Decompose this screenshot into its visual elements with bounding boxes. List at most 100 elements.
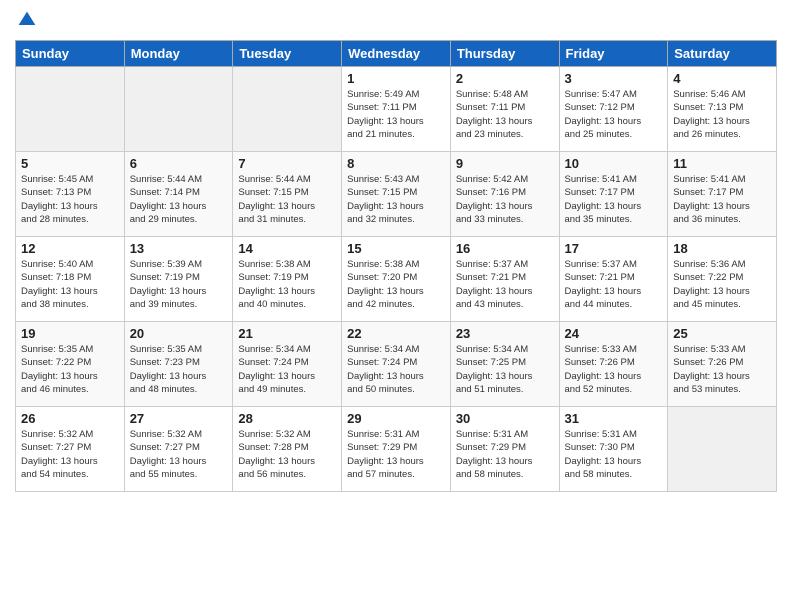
- weekday-header: Thursday: [450, 41, 559, 67]
- day-number: 28: [238, 411, 336, 426]
- day-info: Sunrise: 5:35 AM Sunset: 7:22 PM Dayligh…: [21, 343, 119, 396]
- day-number: 20: [130, 326, 228, 341]
- calendar-table: SundayMondayTuesdayWednesdayThursdayFrid…: [15, 40, 777, 492]
- day-info: Sunrise: 5:33 AM Sunset: 7:26 PM Dayligh…: [565, 343, 663, 396]
- calendar-cell: 9 Sunrise: 5:42 AM Sunset: 7:16 PM Daylig…: [450, 152, 559, 237]
- calendar-cell: 26 Sunrise: 5:32 AM Sunset: 7:27 PM Dayli…: [16, 407, 125, 492]
- calendar-cell: 11Sunrise: 5:41 AM Sunset: 7:17 PM Dayli…: [668, 152, 777, 237]
- calendar-cell: [16, 67, 125, 152]
- weekday-header: Tuesday: [233, 41, 342, 67]
- day-number: 17: [565, 241, 663, 256]
- day-number: 4: [673, 71, 771, 86]
- calendar-cell: 18 Sunrise: 5:36 AM Sunset: 7:22 PM Dayli…: [668, 237, 777, 322]
- calendar-week-row: 5Sunrise: 5:45 AM Sunset: 7:13 PM Daylig…: [16, 152, 777, 237]
- day-info: Sunrise: 5:33 AM Sunset: 7:26 PM Dayligh…: [673, 343, 771, 396]
- calendar-cell: 27 Sunrise: 5:32 AM Sunset: 7:27 PM Dayli…: [124, 407, 233, 492]
- day-number: 2: [456, 71, 554, 86]
- day-info: Sunrise: 5:44 AM Sunset: 7:14 PM Dayligh…: [130, 173, 228, 226]
- day-info: Sunrise: 5:38 AM Sunset: 7:20 PM Dayligh…: [347, 258, 445, 311]
- day-number: 22: [347, 326, 445, 341]
- day-info: Sunrise: 5:34 AM Sunset: 7:25 PM Dayligh…: [456, 343, 554, 396]
- day-number: 3: [565, 71, 663, 86]
- calendar-cell: 23 Sunrise: 5:34 AM Sunset: 7:25 PM Dayli…: [450, 322, 559, 407]
- day-info: Sunrise: 5:31 AM Sunset: 7:30 PM Dayligh…: [565, 428, 663, 481]
- calendar-cell: 19 Sunrise: 5:35 AM Sunset: 7:22 PM Dayli…: [16, 322, 125, 407]
- day-info: Sunrise: 5:34 AM Sunset: 7:24 PM Dayligh…: [238, 343, 336, 396]
- day-number: 25: [673, 326, 771, 341]
- day-number: 29: [347, 411, 445, 426]
- weekday-header: Monday: [124, 41, 233, 67]
- calendar-cell: 22Sunrise: 5:34 AM Sunset: 7:24 PM Dayli…: [342, 322, 451, 407]
- calendar-cell: 13Sunrise: 5:39 AM Sunset: 7:19 PM Dayli…: [124, 237, 233, 322]
- calendar-cell: 2 Sunrise: 5:48 AM Sunset: 7:11 PM Daylig…: [450, 67, 559, 152]
- calendar-week-row: 12 Sunrise: 5:40 AM Sunset: 7:18 PM Dayli…: [16, 237, 777, 322]
- calendar-cell: 8 Sunrise: 5:43 AM Sunset: 7:15 PM Daylig…: [342, 152, 451, 237]
- calendar-cell: [668, 407, 777, 492]
- calendar-cell: 16 Sunrise: 5:37 AM Sunset: 7:21 PM Dayli…: [450, 237, 559, 322]
- day-info: Sunrise: 5:32 AM Sunset: 7:28 PM Dayligh…: [238, 428, 336, 481]
- day-number: 23: [456, 326, 554, 341]
- day-info: Sunrise: 5:36 AM Sunset: 7:22 PM Dayligh…: [673, 258, 771, 311]
- calendar-cell: 5Sunrise: 5:45 AM Sunset: 7:13 PM Daylig…: [16, 152, 125, 237]
- day-number: 31: [565, 411, 663, 426]
- day-info: Sunrise: 5:35 AM Sunset: 7:23 PM Dayligh…: [130, 343, 228, 396]
- day-info: Sunrise: 5:48 AM Sunset: 7:11 PM Dayligh…: [456, 88, 554, 141]
- day-info: Sunrise: 5:47 AM Sunset: 7:12 PM Dayligh…: [565, 88, 663, 141]
- day-info: Sunrise: 5:32 AM Sunset: 7:27 PM Dayligh…: [130, 428, 228, 481]
- day-info: Sunrise: 5:31 AM Sunset: 7:29 PM Dayligh…: [456, 428, 554, 481]
- header: [15, 10, 777, 30]
- day-info: Sunrise: 5:44 AM Sunset: 7:15 PM Dayligh…: [238, 173, 336, 226]
- header-row: SundayMondayTuesdayWednesdayThursdayFrid…: [16, 41, 777, 67]
- day-number: 19: [21, 326, 119, 341]
- day-number: 12: [21, 241, 119, 256]
- day-number: 24: [565, 326, 663, 341]
- calendar-cell: 20 Sunrise: 5:35 AM Sunset: 7:23 PM Dayli…: [124, 322, 233, 407]
- logo: [15, 10, 37, 30]
- page: SundayMondayTuesdayWednesdayThursdayFrid…: [0, 0, 792, 507]
- calendar-cell: 25 Sunrise: 5:33 AM Sunset: 7:26 PM Dayli…: [668, 322, 777, 407]
- calendar-cell: 28 Sunrise: 5:32 AM Sunset: 7:28 PM Dayli…: [233, 407, 342, 492]
- day-number: 14: [238, 241, 336, 256]
- day-info: Sunrise: 5:37 AM Sunset: 7:21 PM Dayligh…: [565, 258, 663, 311]
- day-info: Sunrise: 5:37 AM Sunset: 7:21 PM Dayligh…: [456, 258, 554, 311]
- day-number: 18: [673, 241, 771, 256]
- day-number: 21: [238, 326, 336, 341]
- day-info: Sunrise: 5:41 AM Sunset: 7:17 PM Dayligh…: [673, 173, 771, 226]
- day-info: Sunrise: 5:42 AM Sunset: 7:16 PM Dayligh…: [456, 173, 554, 226]
- day-number: 16: [456, 241, 554, 256]
- day-info: Sunrise: 5:40 AM Sunset: 7:18 PM Dayligh…: [21, 258, 119, 311]
- day-info: Sunrise: 5:31 AM Sunset: 7:29 PM Dayligh…: [347, 428, 445, 481]
- weekday-header: Friday: [559, 41, 668, 67]
- day-number: 6: [130, 156, 228, 171]
- day-number: 8: [347, 156, 445, 171]
- calendar-cell: 15Sunrise: 5:38 AM Sunset: 7:20 PM Dayli…: [342, 237, 451, 322]
- calendar-cell: 14 Sunrise: 5:38 AM Sunset: 7:19 PM Dayli…: [233, 237, 342, 322]
- calendar-cell: [124, 67, 233, 152]
- calendar-cell: 6 Sunrise: 5:44 AM Sunset: 7:14 PM Daylig…: [124, 152, 233, 237]
- calendar-cell: 17 Sunrise: 5:37 AM Sunset: 7:21 PM Dayli…: [559, 237, 668, 322]
- day-info: Sunrise: 5:45 AM Sunset: 7:13 PM Dayligh…: [21, 173, 119, 226]
- day-number: 30: [456, 411, 554, 426]
- day-number: 10: [565, 156, 663, 171]
- calendar-cell: 10 Sunrise: 5:41 AM Sunset: 7:17 PM Dayli…: [559, 152, 668, 237]
- calendar-week-row: 26 Sunrise: 5:32 AM Sunset: 7:27 PM Dayli…: [16, 407, 777, 492]
- day-number: 9: [456, 156, 554, 171]
- calendar-cell: 30 Sunrise: 5:31 AM Sunset: 7:29 PM Dayli…: [450, 407, 559, 492]
- calendar-cell: [233, 67, 342, 152]
- day-number: 1: [347, 71, 445, 86]
- day-info: Sunrise: 5:43 AM Sunset: 7:15 PM Dayligh…: [347, 173, 445, 226]
- day-number: 26: [21, 411, 119, 426]
- calendar-cell: 3 Sunrise: 5:47 AM Sunset: 7:12 PM Daylig…: [559, 67, 668, 152]
- calendar-week-row: 19 Sunrise: 5:35 AM Sunset: 7:22 PM Dayli…: [16, 322, 777, 407]
- calendar-cell: 29 Sunrise: 5:31 AM Sunset: 7:29 PM Dayli…: [342, 407, 451, 492]
- day-number: 7: [238, 156, 336, 171]
- calendar-cell: 4 Sunrise: 5:46 AM Sunset: 7:13 PM Daylig…: [668, 67, 777, 152]
- weekday-header: Saturday: [668, 41, 777, 67]
- day-info: Sunrise: 5:41 AM Sunset: 7:17 PM Dayligh…: [565, 173, 663, 226]
- day-info: Sunrise: 5:46 AM Sunset: 7:13 PM Dayligh…: [673, 88, 771, 141]
- day-info: Sunrise: 5:32 AM Sunset: 7:27 PM Dayligh…: [21, 428, 119, 481]
- logo-icon: [17, 10, 37, 30]
- day-number: 13: [130, 241, 228, 256]
- day-info: Sunrise: 5:38 AM Sunset: 7:19 PM Dayligh…: [238, 258, 336, 311]
- day-number: 27: [130, 411, 228, 426]
